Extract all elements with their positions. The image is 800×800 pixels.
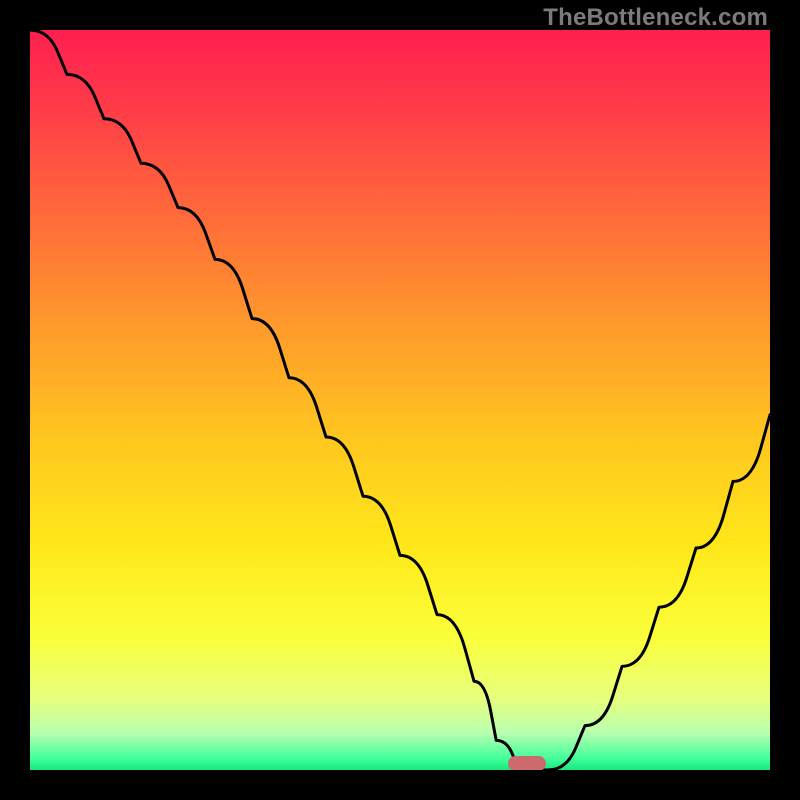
bottleneck-curve (30, 30, 770, 770)
watermark-text: TheBottleneck.com (543, 4, 768, 32)
plot-area (30, 30, 770, 770)
outer-frame: TheBottleneck.com (0, 0, 800, 800)
optimal-marker (508, 756, 546, 770)
